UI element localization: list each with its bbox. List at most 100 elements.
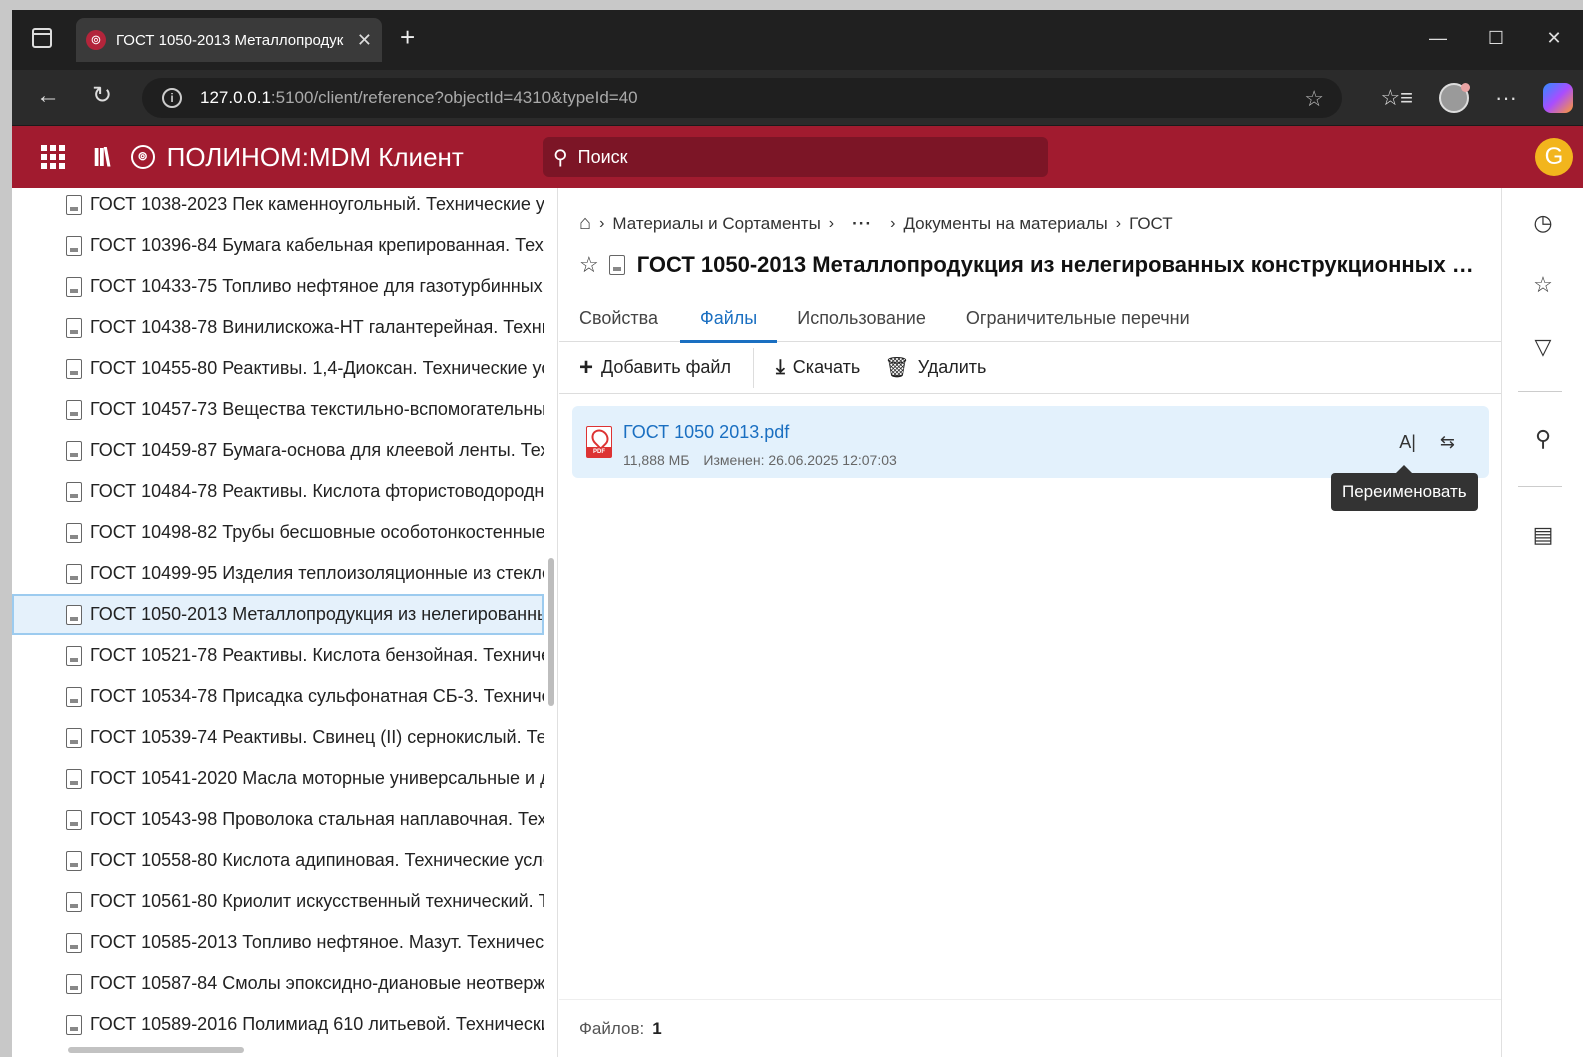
app-title: ПОЛИНОМ:MDM Клиент bbox=[166, 141, 464, 172]
close-tab-icon[interactable]: ✕ bbox=[357, 30, 372, 51]
tree-item[interactable]: ГОСТ 10585-2013 Топливо нефтяное. Мазут.… bbox=[12, 922, 544, 963]
tab-usage[interactable]: Использование bbox=[797, 294, 926, 342]
tree-item[interactable]: ГОСТ 10433-75 Топливо нефтяное для газот… bbox=[12, 266, 544, 307]
document-icon bbox=[66, 317, 82, 338]
replace-icon[interactable]: ⇆ bbox=[1440, 432, 1455, 453]
tree-item[interactable]: ГОСТ 1038-2023 Пек каменноугольный. Техн… bbox=[12, 188, 544, 225]
rename-icon[interactable]: A| bbox=[1399, 432, 1416, 453]
profile-icon[interactable] bbox=[1439, 83, 1471, 113]
document-icon bbox=[66, 973, 82, 994]
tab-restriction-lists[interactable]: Ограничительные перечни bbox=[966, 294, 1190, 342]
browser-tab-active[interactable]: ⊚ ГОСТ 1050-2013 Металлопродук ✕ bbox=[76, 18, 382, 62]
site-info-icon[interactable]: i bbox=[162, 88, 182, 108]
library-icon[interactable]: II\ bbox=[93, 142, 111, 173]
url-field[interactable]: i 127.0.0.1:5100/client/reference?object… bbox=[142, 78, 1342, 118]
sidebar-horizontal-scrollbar[interactable] bbox=[68, 1047, 244, 1053]
page-title: ☆ ГОСТ 1050-2013 Металлопродукция из нел… bbox=[579, 252, 1484, 278]
tab-files[interactable]: Файлы bbox=[680, 294, 778, 343]
tree-item[interactable]: ГОСТ 10521-78 Реактивы. Кислота бензойна… bbox=[12, 635, 544, 676]
trash-icon: 🗑 bbox=[884, 357, 910, 379]
tree-item[interactable]: ГОСТ 10459-87 Бумага-основа для клеевой … bbox=[12, 430, 544, 471]
browser-tabbar: ⊚ ГОСТ 1050-2013 Металлопродук ✕ + — ☐ ✕ bbox=[12, 10, 1583, 70]
chevron-right-icon: › bbox=[828, 214, 835, 232]
search-input[interactable] bbox=[577, 146, 998, 168]
tree-item-label: ГОСТ 10558-80 Кислота адипиновая. Технич… bbox=[90, 850, 544, 870]
favorites-icon[interactable]: ☆≡ bbox=[1380, 85, 1413, 111]
tree-item-label: ГОСТ 10459-87 Бумага-основа для клеевой … bbox=[90, 440, 544, 460]
avatar[interactable]: G bbox=[1535, 138, 1573, 176]
filter-icon[interactable]: ▽ bbox=[1528, 334, 1558, 360]
back-icon[interactable]: ← bbox=[36, 84, 60, 108]
tree-item[interactable]: ГОСТ 10541-2020 Масла моторные универсал… bbox=[12, 758, 544, 799]
favorite-star-icon[interactable]: ☆ bbox=[579, 252, 599, 278]
tree-item[interactable]: ГОСТ 10484-78 Реактивы. Кислота фтористо… bbox=[12, 471, 544, 512]
more-menu-icon[interactable]: ··· bbox=[1495, 85, 1517, 111]
tree-item[interactable]: ГОСТ 10543-98 Проволока стальная наплаво… bbox=[12, 799, 544, 840]
tree-item[interactable]: ГОСТ 1050-2013 Металлопродукция из нелег… bbox=[12, 594, 544, 635]
breadcrumb-item-materials[interactable]: Материалы и Сортаменты bbox=[612, 214, 820, 234]
document-icon bbox=[66, 522, 82, 543]
tree-item[interactable]: ГОСТ 10587-84 Смолы эпоксидно-диановые н… bbox=[12, 963, 544, 1004]
tree-item-label: ГОСТ 10587-84 Смолы эпоксидно-диановые н… bbox=[90, 973, 544, 993]
file-meta: 11,888 МБ Изменен: 26.06.2025 12:07:03 bbox=[623, 452, 907, 468]
tree-item-label: ГОСТ 10589-2016 Полимиад 610 литьевой. Т… bbox=[90, 1014, 544, 1034]
document-icon bbox=[66, 932, 82, 953]
tree-item[interactable]: ГОСТ 10539-74 Реактивы. Свинец (II) серн… bbox=[12, 717, 544, 758]
tree-item[interactable]: ГОСТ 10438-78 Винилискожа-НТ галантерейн… bbox=[12, 307, 544, 348]
tree-item[interactable]: ГОСТ 10561-80 Криолит искусственный техн… bbox=[12, 881, 544, 922]
tree-item[interactable]: ГОСТ 10396-84 Бумага кабельная крепирова… bbox=[12, 225, 544, 266]
search-icon[interactable]: ⚲ bbox=[1528, 426, 1558, 452]
copilot-icon[interactable] bbox=[1543, 83, 1573, 113]
tabs: Свойства Файлы Использование Ограничител… bbox=[559, 294, 1501, 343]
rightbar-divider bbox=[1518, 486, 1562, 487]
tree-item[interactable]: ГОСТ 10498-82 Трубы бесшовные особотонко… bbox=[12, 512, 544, 553]
delete-label: Удалить bbox=[917, 357, 987, 377]
close-window-icon[interactable]: ✕ bbox=[1525, 10, 1583, 70]
favorite-star-icon[interactable]: ☆ bbox=[1304, 86, 1324, 112]
document-icon bbox=[66, 809, 82, 830]
tree-item[interactable]: ГОСТ 10455-80 Реактивы. 1,4-Диоксан. Тех… bbox=[12, 348, 544, 389]
refresh-icon[interactable]: ↻ bbox=[92, 84, 112, 108]
tree-item-label: ГОСТ 10539-74 Реактивы. Свинец (II) серн… bbox=[90, 727, 544, 747]
file-size: 11,888 МБ bbox=[623, 452, 690, 468]
tree-item-label: ГОСТ 10498-82 Трубы бесшовные особотонко… bbox=[90, 522, 544, 542]
files-footer: Файлов: 1 bbox=[559, 999, 1501, 1057]
rightbar-divider bbox=[1518, 391, 1562, 392]
breadcrumb-more[interactable]: ··· bbox=[852, 214, 872, 234]
tab-actions-icon[interactable] bbox=[32, 28, 52, 48]
apps-grid-icon[interactable] bbox=[41, 145, 65, 169]
minimize-icon[interactable]: — bbox=[1409, 10, 1467, 70]
file-name-link[interactable]: ГОСТ 1050 2013.pdf bbox=[623, 422, 789, 443]
file-list-item[interactable]: PDF ГОСТ 1050 2013.pdf 11,888 МБ Изменен… bbox=[572, 406, 1489, 478]
breadcrumb: ⌂ › Материалы и Сортаменты › ··· › Докум… bbox=[579, 212, 1173, 235]
url-host: 127.0.0.1 bbox=[200, 88, 271, 107]
app-header: II\ ⊚ ПОЛИНОМ:MDM Клиент ⚲ G bbox=[12, 126, 1583, 188]
tree-item-label: ГОСТ 1050-2013 Металлопродукция из нелег… bbox=[90, 604, 544, 624]
new-tab-icon[interactable]: + bbox=[400, 24, 415, 50]
add-file-button[interactable]: + Добавить файл bbox=[579, 354, 731, 382]
file-modified: Изменен: 26.06.2025 12:07:03 bbox=[703, 452, 897, 468]
document-icon bbox=[66, 399, 82, 420]
sidebar-vertical-scrollbar[interactable] bbox=[548, 558, 554, 706]
tree-item[interactable]: ГОСТ 10558-80 Кислота адипиновая. Технич… bbox=[12, 840, 544, 881]
tab-properties[interactable]: Свойства bbox=[579, 294, 658, 342]
home-icon[interactable]: ⌂ bbox=[579, 212, 591, 235]
tree-list: ГОСТ 1038-2023 Пек каменноугольный. Техн… bbox=[12, 188, 544, 1045]
download-button[interactable]: ⤓ Скачать bbox=[776, 356, 860, 379]
clipboard-icon[interactable]: ▤ bbox=[1528, 522, 1558, 548]
app-search[interactable]: ⚲ bbox=[543, 137, 1048, 177]
download-label: Скачать bbox=[792, 357, 861, 377]
maximize-icon[interactable]: ☐ bbox=[1467, 10, 1525, 70]
chevron-right-icon: › bbox=[599, 214, 605, 232]
document-icon bbox=[66, 891, 82, 912]
tree-item[interactable]: ГОСТ 10499-95 Изделия теплоизоляционные … bbox=[12, 553, 544, 594]
delete-button[interactable]: 🗑 Удалить bbox=[884, 355, 986, 380]
breadcrumb-item-gost[interactable]: ГОСТ bbox=[1129, 214, 1173, 234]
tree-item[interactable]: ГОСТ 10534-78 Присадка сульфонатная СБ-3… bbox=[12, 676, 544, 717]
favorites-star-icon[interactable]: ☆ bbox=[1528, 272, 1558, 298]
tree-item[interactable]: ГОСТ 10589-2016 Полимиад 610 литьевой. Т… bbox=[12, 1004, 544, 1045]
address-bar: ← ↻ i 127.0.0.1:5100/client/reference?ob… bbox=[12, 70, 1583, 126]
tree-item[interactable]: ГОСТ 10457-73 Вещества текстильно-вспомо… bbox=[12, 389, 544, 430]
breadcrumb-item-documents[interactable]: Документы на материалы bbox=[903, 214, 1107, 234]
history-clock-icon[interactable]: ◷ bbox=[1528, 210, 1558, 236]
